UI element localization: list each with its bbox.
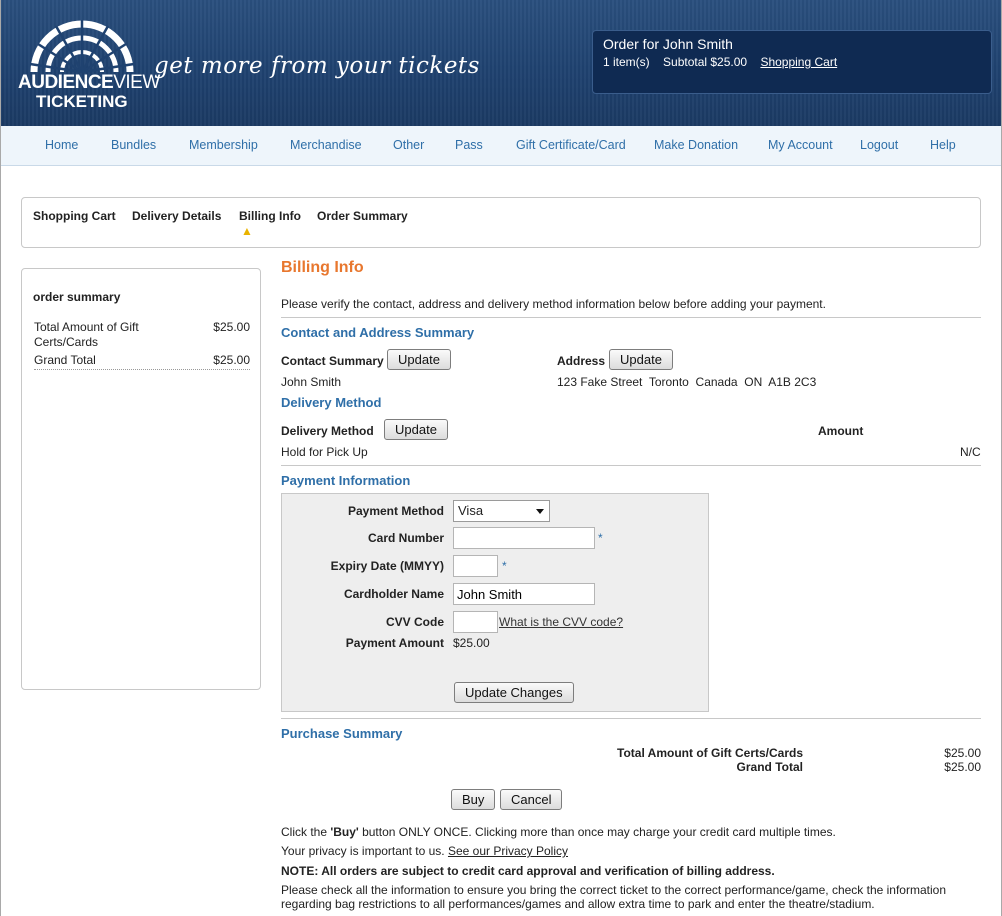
payment-form: Payment Method Visa Card Number * Expiry… [281,493,709,712]
sidebar-title: order summary [33,290,121,304]
address-label: Address [557,354,606,368]
buy-button[interactable]: Buy [451,789,496,810]
expiry-date-label: Expiry Date (MMYY) [330,559,444,573]
cvv-code-input[interactable] [453,611,498,633]
card-number-label: Card Number [367,531,444,545]
cart-subtotal: Subtotal $25.00 [663,55,748,69]
order-summary-sidebar: order summary Total Amount of Gift Certs… [21,268,261,690]
nav-other[interactable]: Other [393,138,424,152]
contact-name: John Smith [281,375,342,389]
cart-title: Order for John Smith [603,36,733,52]
logo-wordmark: AUDIENCEVIEW [18,72,160,93]
cancel-button[interactable]: Cancel [500,789,563,810]
delivery-amount-label: Amount [818,424,864,438]
delivery-amount-value: N/C [960,445,981,459]
step-billing-info: Billing Info [239,209,301,223]
contact-summary-label: Contact Summary [281,354,384,368]
tagline: get more from your tickets [154,53,480,79]
site-header: AUDIENCEVIEW TICKETING get more from you… [0,0,1002,126]
nav-logout[interactable]: Logout [860,138,898,152]
current-step-marker-icon: ▲ [241,224,253,238]
step-delivery-details[interactable]: Delivery Details [132,209,221,223]
nav-membership[interactable]: Membership [189,138,258,152]
cvv-code-label: CVV Code [385,615,444,629]
privacy-notice: Your privacy is important to us. See our… [281,844,569,858]
sidebar-row-label: Grand Total [34,353,96,367]
sidebar-row: Grand Total $25.00 [34,353,250,370]
step-shopping-cart[interactable]: Shopping Cart [33,209,116,223]
purchase-row-label: Grand Total [736,760,803,774]
required-marker: * [502,559,507,573]
payment-amount-value: $25.00 [453,636,490,650]
nav-gift-certificate[interactable]: Gift Certificate/Card [516,138,626,152]
cardholder-name-input[interactable] [453,583,595,605]
main-nav: Home Bundles Membership Merchandise Othe… [0,126,1002,166]
page-title: Billing Info [281,259,364,276]
nav-make-donation[interactable]: Make Donation [654,138,738,152]
shopping-cart-link[interactable]: Shopping Cart [760,55,837,69]
payment-method-label: Payment Method [347,504,444,518]
address-value: 123 Fake Street Toronto Canada ON A1B 2C… [557,375,817,389]
logo-dome-icon [29,20,135,74]
nav-home[interactable]: Home [45,138,78,152]
card-number-input[interactable] [453,527,595,549]
delivery-update-button[interactable]: Update [384,419,448,440]
sidebar-row-value: $25.00 [213,353,250,367]
checkout-steps: Shopping Cart Delivery Details Billing I… [21,197,981,248]
contact-heading: Contact and Address Summary [281,325,475,340]
payment-method-value: Visa [458,503,484,518]
sidebar-row-label: Total Amount of Gift Certs/Cards [34,320,139,349]
payment-heading: Payment Information [281,473,411,488]
delivery-heading: Delivery Method [281,395,382,410]
cart-item-count: 1 item(s) [603,55,650,69]
sidebar-row-value: $25.00 [213,320,250,334]
logo-subtitle: TICKETING [36,92,128,111]
buy-once-notice: Click the 'Buy' button ONLY ONCE. Clicki… [281,825,836,839]
purchase-row-value: $25.00 [944,760,981,774]
sidebar-row: Total Amount of Gift Certs/Cards $25.00 [34,320,250,350]
update-changes-button[interactable]: Update Changes [454,682,574,703]
nav-merchandise[interactable]: Merchandise [290,138,362,152]
expiry-date-input[interactable] [453,555,498,577]
payment-method-select[interactable]: Visa [453,500,550,522]
approval-note: NOTE: All orders are subject to credit c… [281,864,775,878]
step-order-summary: Order Summary [317,209,408,223]
cardholder-name-label: Cardholder Name [343,587,444,601]
delivery-method-label: Delivery Method [281,424,374,438]
divider [281,465,981,466]
purchase-summary-heading: Purchase Summary [281,726,403,741]
address-update-button[interactable]: Update [609,349,673,370]
payment-amount-label: Payment Amount [345,636,444,650]
nav-help[interactable]: Help [930,138,956,152]
chevron-down-icon [536,509,544,514]
purchase-row-label: Total Amount of Gift Certs/Cards [617,746,803,760]
nav-my-account[interactable]: My Account [768,138,833,152]
divider [281,718,981,719]
cart-summary-box: Order for John Smith 1 item(s) Subtotal … [592,30,992,94]
delivery-method-value: Hold for Pick Up [281,445,368,459]
contact-update-button[interactable]: Update [387,349,451,370]
required-marker: * [598,531,603,545]
purchase-row-value: $25.00 [944,746,981,760]
privacy-policy-link[interactable]: See our Privacy Policy [448,844,568,858]
cvv-help-link[interactable]: What is the CVV code? [499,615,623,629]
check-info-notice: Please check all the information to ensu… [281,883,946,911]
divider [281,317,981,318]
nav-pass[interactable]: Pass [455,138,483,152]
intro-text: Please verify the contact, address and d… [281,297,826,311]
nav-bundles[interactable]: Bundles [111,138,156,152]
